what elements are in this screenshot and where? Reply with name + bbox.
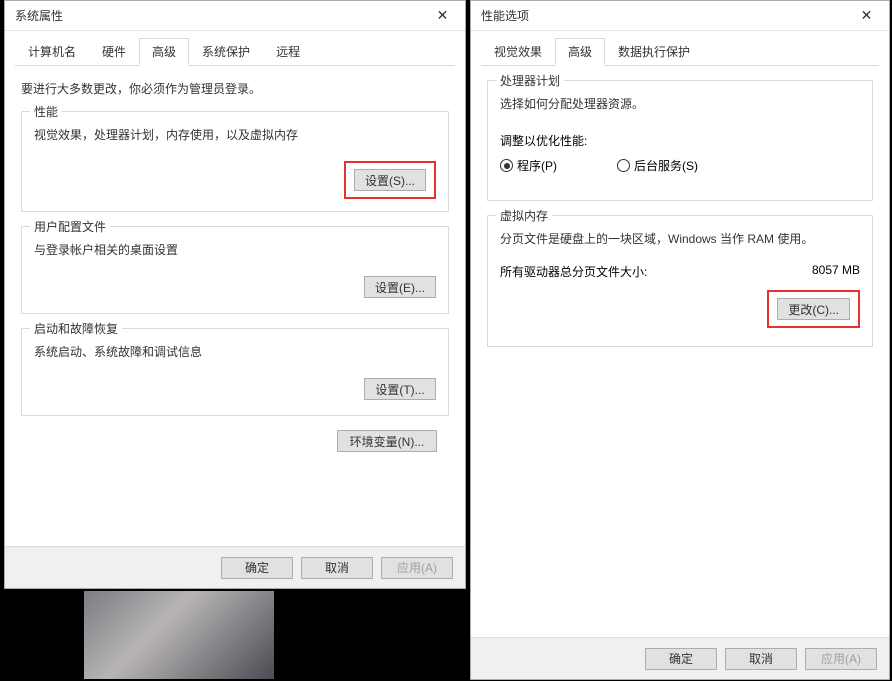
tab-systemprotection[interactable]: 系统保护	[189, 38, 263, 66]
tab-computername[interactable]: 计算机名	[15, 38, 89, 66]
system-properties-dialog: 系统属性 ✕ 计算机名 硬件 高级 系统保护 远程 要进行大多数更改，你必须作为…	[4, 0, 466, 589]
vm-total-value: 8057 MB	[812, 263, 860, 280]
env-variables-button[interactable]: 环境变量(N)...	[337, 430, 437, 452]
tab-strip: 计算机名 硬件 高级 系统保护 远程	[5, 31, 465, 65]
startup-group-title: 启动和故障恢复	[30, 320, 122, 337]
close-icon: ✕	[861, 7, 873, 24]
tab-advanced[interactable]: 高级	[555, 38, 605, 66]
ok-button[interactable]: 确定	[221, 557, 293, 579]
startup-group: 启动和故障恢复 系统启动、系统故障和调试信息 设置(T)...	[21, 328, 449, 416]
vm-group-title: 虚拟内存	[496, 207, 552, 224]
admin-note: 要进行大多数更改，你必须作为管理员登录。	[21, 80, 449, 97]
settings-e-button[interactable]: 设置(E)...	[364, 276, 436, 298]
scheduling-desc: 选择如何分配处理器资源。	[500, 95, 860, 112]
radio-programs[interactable]: 程序(P)	[500, 157, 557, 174]
close-icon: ✕	[437, 7, 449, 24]
vm-desc: 分页文件是硬盘上的一块区域，Windows 当作 RAM 使用。	[500, 230, 860, 247]
close-button[interactable]: ✕	[844, 1, 889, 30]
tab-visualeffects[interactable]: 视觉效果	[481, 38, 555, 66]
tab-dep[interactable]: 数据执行保护	[605, 38, 703, 66]
radio-programs-label: 程序(P)	[517, 157, 557, 174]
adjust-label: 调整以优化性能:	[500, 132, 860, 149]
performance-options-dialog: 性能选项 ✕ 视觉效果 高级 数据执行保护 处理器计划 选择如何分配处理器资源。…	[470, 0, 890, 680]
radio-services-label: 后台服务(S)	[634, 157, 698, 174]
radio-background-services[interactable]: 后台服务(S)	[617, 157, 698, 174]
processor-scheduling-group: 处理器计划 选择如何分配处理器资源。 调整以优化性能: 程序(P) 后台服务(S…	[487, 80, 873, 201]
startup-desc: 系统启动、系统故障和调试信息	[34, 343, 436, 360]
cancel-button[interactable]: 取消	[301, 557, 373, 579]
radio-icon	[500, 159, 513, 172]
highlight-settings-s: 设置(S)...	[344, 161, 436, 199]
bottom-button-bar: 确定 取消 应用(A)	[5, 546, 465, 588]
ok-button[interactable]: 确定	[645, 648, 717, 670]
scheduling-group-title: 处理器计划	[496, 72, 564, 89]
titlebar[interactable]: 系统属性 ✕	[5, 1, 465, 31]
settings-t-button[interactable]: 设置(T)...	[364, 378, 436, 400]
radio-icon	[617, 159, 630, 172]
tab-remote[interactable]: 远程	[263, 38, 313, 66]
tab-hardware[interactable]: 硬件	[89, 38, 139, 66]
tab-strip: 视觉效果 高级 数据执行保护	[471, 31, 889, 65]
content-area: 要进行大多数更改，你必须作为管理员登录。 性能 视觉效果，处理器计划，内存使用，…	[5, 66, 465, 464]
vm-total-label: 所有驱动器总分页文件大小:	[500, 263, 647, 280]
settings-s-button[interactable]: 设置(S)...	[354, 169, 426, 191]
window-title: 性能选项	[481, 7, 529, 24]
change-c-button[interactable]: 更改(C)...	[777, 298, 850, 320]
performance-group: 性能 视觉效果，处理器计划，内存使用，以及虚拟内存 设置(S)...	[21, 111, 449, 212]
virtual-memory-group: 虚拟内存 分页文件是硬盘上的一块区域，Windows 当作 RAM 使用。 所有…	[487, 215, 873, 347]
userprofile-group: 用户配置文件 与登录帐户相关的桌面设置 设置(E)...	[21, 226, 449, 314]
apply-button[interactable]: 应用(A)	[381, 557, 453, 579]
tab-divider	[481, 65, 879, 66]
window-title: 系统属性	[15, 7, 63, 24]
userprofile-group-title: 用户配置文件	[30, 218, 110, 235]
tab-divider	[15, 65, 455, 66]
performance-group-title: 性能	[30, 103, 62, 120]
tab-advanced[interactable]: 高级	[139, 38, 189, 66]
userprofile-desc: 与登录帐户相关的桌面设置	[34, 241, 436, 258]
cancel-button[interactable]: 取消	[725, 648, 797, 670]
close-button[interactable]: ✕	[420, 1, 465, 30]
content-area: 处理器计划 选择如何分配处理器资源。 调整以优化性能: 程序(P) 后台服务(S…	[471, 66, 889, 369]
apply-button[interactable]: 应用(A)	[805, 648, 877, 670]
highlight-change-c: 更改(C)...	[767, 290, 860, 328]
titlebar[interactable]: 性能选项 ✕	[471, 1, 889, 31]
background-image-strip	[84, 591, 274, 679]
bottom-button-bar: 确定 取消 应用(A)	[471, 637, 889, 679]
performance-desc: 视觉效果，处理器计划，内存使用，以及虚拟内存	[34, 126, 436, 143]
